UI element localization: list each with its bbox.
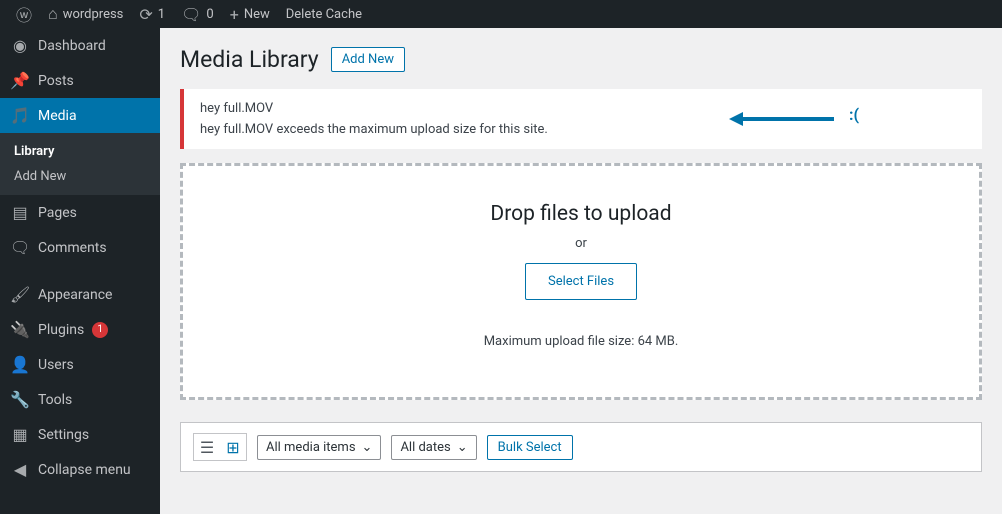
chevron-down-icon: ⌄ bbox=[457, 440, 468, 455]
upload-dropzone[interactable]: Drop files to upload or Select Files Max… bbox=[180, 163, 982, 400]
annotation-arrow-icon bbox=[729, 109, 839, 129]
new-label: New bbox=[244, 7, 270, 22]
media-submenu: Library Add New bbox=[0, 133, 160, 195]
new-link[interactable]: + New bbox=[222, 0, 278, 28]
select-files-button[interactable]: Select Files bbox=[525, 263, 637, 300]
main-content: Media Library Add New hey full.MOV hey f… bbox=[160, 28, 1002, 514]
media-toolbar: ☰ ⊞ All media items⌄ All dates⌄ Bulk Sel… bbox=[180, 422, 982, 472]
user-icon: 👤 bbox=[10, 355, 30, 374]
page-icon: ▤ bbox=[10, 203, 30, 222]
updates-link[interactable]: ⟳1 bbox=[131, 0, 173, 28]
admin-toolbar: ⓦ ⌂wordpress ⟳1 🗨0 +New Delete Cache bbox=[0, 0, 1002, 28]
refresh-icon: ⟳ bbox=[139, 5, 152, 24]
error-message: hey full.MOV exceeds the maximum upload … bbox=[200, 122, 966, 137]
menu-media[interactable]: 🎵Media bbox=[0, 98, 160, 133]
menu-collapse[interactable]: ◀Collapse menu bbox=[0, 452, 160, 487]
menu-users[interactable]: 👤Users bbox=[0, 347, 160, 382]
bulk-select-button[interactable]: Bulk Select bbox=[487, 435, 573, 460]
menu-comments[interactable]: 🗨Comments bbox=[0, 230, 160, 265]
max-upload-size: Maximum upload file size: 64 MB. bbox=[183, 334, 979, 349]
media-type-filter[interactable]: All media items⌄ bbox=[257, 435, 381, 460]
plugin-icon: 🔌 bbox=[10, 320, 30, 339]
or-text: or bbox=[183, 236, 979, 251]
comment-icon: 🗨 bbox=[181, 5, 201, 24]
collapse-icon: ◀ bbox=[10, 460, 30, 479]
list-view-button[interactable]: ☰ bbox=[194, 434, 220, 460]
menu-plugins[interactable]: 🔌Plugins1 bbox=[0, 312, 160, 347]
comments-icon: 🗨 bbox=[10, 238, 30, 257]
updates-count: 1 bbox=[158, 7, 165, 22]
site-link[interactable]: ⌂ wordpress bbox=[40, 0, 131, 28]
menu-dashboard[interactable]: ◉Dashboard bbox=[0, 28, 160, 63]
comments-link[interactable]: 🗨0 bbox=[173, 0, 222, 28]
wrench-icon: 🔧 bbox=[10, 390, 30, 409]
admin-sidebar: ◉Dashboard 📌Posts 🎵Media Library Add New… bbox=[0, 28, 160, 514]
chevron-down-icon: ⌄ bbox=[362, 440, 373, 455]
menu-settings[interactable]: ▦Settings bbox=[0, 417, 160, 452]
site-name: wordpress bbox=[63, 7, 124, 22]
dashboard-icon: ◉ bbox=[10, 36, 30, 55]
menu-posts[interactable]: 📌Posts bbox=[0, 63, 160, 98]
add-new-button[interactable]: Add New bbox=[331, 47, 405, 72]
page-title: Media Library bbox=[180, 46, 319, 73]
wordpress-icon: ⓦ bbox=[16, 2, 32, 26]
sad-face-icon: :( bbox=[849, 105, 859, 124]
plugins-badge: 1 bbox=[92, 322, 108, 338]
grid-view-button[interactable]: ⊞ bbox=[220, 434, 246, 460]
media-icon: 🎵 bbox=[10, 106, 30, 125]
date-filter[interactable]: All dates⌄ bbox=[391, 435, 476, 460]
drop-text: Drop files to upload bbox=[183, 202, 979, 226]
home-icon: ⌂ bbox=[48, 4, 58, 24]
upload-error: hey full.MOV hey full.MOV exceeds the ma… bbox=[180, 89, 982, 149]
menu-appearance[interactable]: 🖌Appearance bbox=[0, 277, 160, 312]
comments-count: 0 bbox=[206, 7, 213, 22]
cache-label: Delete Cache bbox=[286, 7, 362, 22]
brush-icon: 🖌 bbox=[10, 285, 30, 304]
cache-link[interactable]: Delete Cache bbox=[278, 0, 370, 28]
submenu-library[interactable]: Library bbox=[0, 139, 160, 164]
plus-icon: + bbox=[230, 5, 239, 24]
page-heading: Media Library Add New bbox=[180, 46, 982, 73]
menu-pages[interactable]: ▤Pages bbox=[0, 195, 160, 230]
wp-logo[interactable]: ⓦ bbox=[8, 0, 40, 28]
settings-icon: ▦ bbox=[10, 425, 30, 444]
submenu-addnew[interactable]: Add New bbox=[0, 164, 160, 189]
view-mode-toggle: ☰ ⊞ bbox=[193, 433, 247, 461]
pin-icon: 📌 bbox=[10, 71, 30, 90]
menu-tools[interactable]: 🔧Tools bbox=[0, 382, 160, 417]
